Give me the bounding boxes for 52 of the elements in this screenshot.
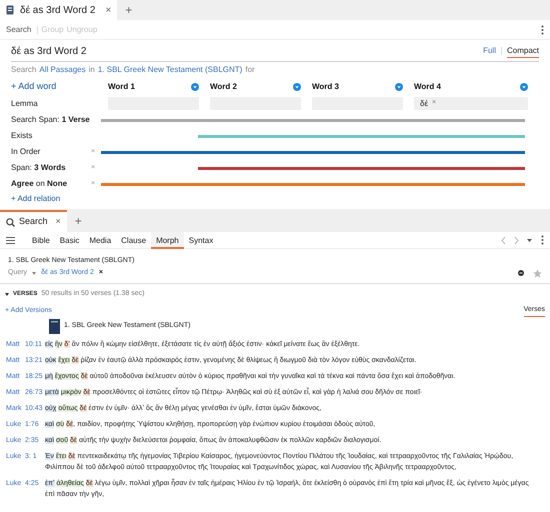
relation-label[interactable]: Exists bbox=[11, 130, 91, 142]
scope-text: in bbox=[88, 64, 95, 76]
close-icon[interactable]: × bbox=[56, 215, 61, 229]
scope-text: Search bbox=[11, 64, 36, 76]
tab-label: δέ as 3rd Word 2 bbox=[20, 4, 96, 18]
book-cover-icon bbox=[49, 318, 60, 334]
search-type-tab[interactable]: Clause bbox=[116, 232, 152, 248]
search-type-tab[interactable]: Media bbox=[84, 232, 116, 248]
caret-icon bbox=[32, 272, 36, 274]
document-icon bbox=[6, 5, 14, 15]
search-tab[interactable]: Search × bbox=[0, 210, 67, 232]
caret-icon bbox=[527, 238, 532, 242]
view-mode-button[interactable]: Full bbox=[483, 45, 496, 57]
caret-icon bbox=[5, 292, 9, 296]
view-mode-button[interactable]: Compact bbox=[506, 44, 539, 58]
scope-link[interactable]: 1. SBL Greek New Testament (SBLGNT) bbox=[98, 64, 242, 76]
row-label: Lemma bbox=[11, 98, 39, 110]
toolbar-button[interactable]: Search bbox=[6, 24, 32, 36]
word-heading: Word 1 bbox=[108, 80, 135, 92]
search-icon bbox=[6, 218, 15, 226]
scope-text: for bbox=[245, 64, 255, 76]
word-heading: Word 2 bbox=[210, 80, 237, 92]
query-title: δέ as 3rd Word 2 bbox=[11, 44, 86, 58]
tab-label: Search bbox=[19, 215, 48, 228]
search-type-tab[interactable]: Basic bbox=[54, 232, 84, 248]
add-relation-link[interactable]: + Add relation bbox=[11, 192, 539, 206]
word-heading: Word 4 bbox=[414, 80, 441, 92]
more-options-icon bbox=[541, 235, 544, 245]
forward-icon bbox=[514, 236, 519, 244]
scope-link[interactable]: All Passages bbox=[39, 64, 86, 76]
add-word-link[interactable]: + Add word bbox=[11, 80, 97, 94]
relation-label[interactable]: Span: 3 Words bbox=[11, 162, 91, 174]
add-tab-button[interactable]: + bbox=[66, 210, 90, 232]
add-tab-button[interactable]: + bbox=[117, 0, 140, 20]
word-heading: Word 3 bbox=[312, 80, 339, 92]
dropdown-icon bbox=[520, 82, 528, 90]
search-type-tab[interactable]: Syntax bbox=[184, 232, 218, 248]
more-options-icon bbox=[541, 24, 544, 34]
relation-label[interactable]: In Order bbox=[11, 146, 91, 158]
search-type-tab[interactable]: Morph bbox=[151, 232, 184, 248]
close-icon[interactable]: × bbox=[105, 2, 112, 18]
menu-icon bbox=[6, 236, 15, 244]
document-tab[interactable]: δέ as 3rd Word 2 × bbox=[0, 0, 118, 20]
dropdown-icon bbox=[293, 82, 301, 90]
dropdown-icon bbox=[395, 82, 403, 90]
dropdown-icon bbox=[191, 82, 199, 90]
star-icon bbox=[533, 268, 542, 278]
back-icon bbox=[501, 236, 506, 244]
relation-label[interactable]: Search Span: 1 Verse bbox=[11, 114, 91, 126]
lemma-text: δέ bbox=[420, 98, 428, 110]
search-type-tab[interactable]: Bible bbox=[27, 232, 55, 248]
relation-label[interactable]: Agree on None bbox=[11, 178, 91, 190]
